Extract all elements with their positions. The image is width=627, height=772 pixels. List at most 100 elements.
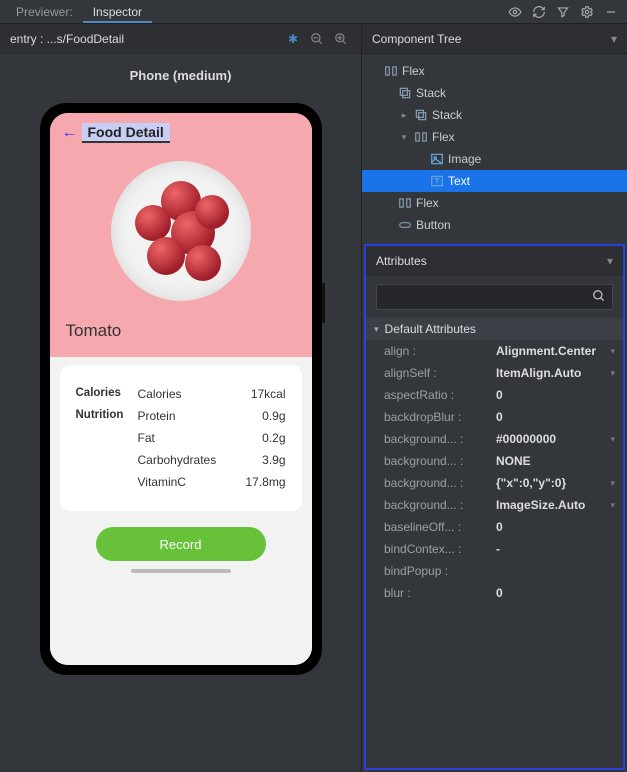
chevron-down-icon[interactable]: ▾ <box>611 32 617 46</box>
attributes-search-input[interactable] <box>383 290 592 304</box>
gear-icon[interactable] <box>577 2 597 22</box>
attribute-row[interactable]: align :Alignment.Center▾ <box>366 340 623 362</box>
tree-node-label: Text <box>448 174 470 188</box>
preview-header: entry : ...s/FoodDetail ✱ <box>0 24 361 54</box>
attribute-value[interactable]: NONE <box>496 454 603 468</box>
component-tree-header[interactable]: Component Tree ▾ <box>362 24 627 54</box>
nutrition-group: Calories <box>76 387 138 401</box>
snowflake-icon[interactable]: ✱ <box>283 29 303 49</box>
tree-node-label: Button <box>416 218 451 232</box>
attribute-row[interactable]: background... :NONE <box>366 450 623 472</box>
filter-icon[interactable] <box>553 2 573 22</box>
attributes-header[interactable]: Attributes ▾ <box>366 246 623 276</box>
attribute-row[interactable]: blur :0 <box>366 582 623 604</box>
search-icon[interactable] <box>592 289 606 306</box>
chevron-down-icon[interactable]: ▾ <box>603 346 615 357</box>
attributes-search[interactable] <box>376 284 613 310</box>
back-arrow-icon[interactable]: ← <box>62 124 78 142</box>
food-header-area: ← Food Detail <box>50 113 312 357</box>
attribute-name: background... : <box>384 498 496 512</box>
tree-node-image[interactable]: Image <box>362 148 627 170</box>
home-indicator <box>131 569 231 573</box>
flex-icon <box>384 64 398 78</box>
attribute-value[interactable]: ItemAlign.Auto <box>496 366 603 380</box>
chevron-down-icon[interactable]: ▾ <box>607 254 613 268</box>
zoom-in-icon[interactable] <box>331 29 351 49</box>
tree-node-button[interactable]: Button <box>362 214 627 236</box>
tree-node-label: Stack <box>432 108 462 122</box>
zoom-out-icon[interactable] <box>307 29 327 49</box>
attribute-row[interactable]: aspectRatio :0 <box>366 384 623 406</box>
page-title[interactable]: Food Detail <box>82 123 170 143</box>
tree-node-label: Stack <box>416 86 446 100</box>
top-tabbar: Previewer: Inspector <box>0 0 627 24</box>
attributes-list[interactable]: align :Alignment.Center▾alignSelf :ItemA… <box>366 340 623 604</box>
nutrition-value: 17kcal <box>230 387 286 401</box>
attribute-name: background... : <box>384 454 496 468</box>
tab-inspector[interactable]: Inspector <box>83 1 152 23</box>
record-button[interactable]: Record <box>96 527 266 561</box>
food-image <box>111 161 251 301</box>
attribute-row[interactable]: background... :ImageSize.Auto▾ <box>366 494 623 516</box>
text-icon <box>430 174 444 188</box>
nutrition-value: 3.9g <box>230 453 286 467</box>
button-icon <box>398 218 412 232</box>
attribute-value[interactable]: - <box>496 542 603 556</box>
tab-previewer[interactable]: Previewer: <box>6 1 83 23</box>
nutrition-row: VitaminC17.8mg <box>76 475 286 489</box>
component-tree-title: Component Tree <box>372 32 461 46</box>
attribute-row[interactable]: baselineOff... :0 <box>366 516 623 538</box>
default-attributes-group[interactable]: ▾ Default Attributes <box>366 318 623 340</box>
nutrition-card: CaloriesCalories17kcalNutritionProtein0.… <box>60 365 302 511</box>
tree-node-text[interactable]: Text <box>362 170 627 192</box>
chevron-down-icon: ▾ <box>374 324 379 335</box>
nutrition-label: Carbohydrates <box>138 453 230 467</box>
nutrition-label: Protein <box>138 409 230 423</box>
nutrition-row: NutritionProtein0.9g <box>76 409 286 423</box>
chevron-down-icon[interactable]: ▾ <box>603 478 615 489</box>
attribute-value[interactable]: 0 <box>496 520 603 534</box>
nutrition-group <box>76 475 138 489</box>
attribute-value[interactable]: 0 <box>496 388 603 402</box>
attribute-name: background... : <box>384 476 496 490</box>
attribute-row[interactable]: bindContex... :- <box>366 538 623 560</box>
tree-node-label: Flex <box>432 130 455 144</box>
nutrition-group: Nutrition <box>76 409 138 423</box>
attribute-name: align : <box>384 344 496 358</box>
group-title: Default Attributes <box>385 322 476 336</box>
minimize-icon[interactable] <box>601 2 621 22</box>
attribute-row[interactable]: bindPopup : <box>366 560 623 582</box>
phone-frame: ← Food Detail <box>40 103 322 675</box>
nutrition-row: CaloriesCalories17kcal <box>76 387 286 401</box>
attribute-row[interactable]: background... :#00000000▾ <box>366 428 623 450</box>
refresh-icon[interactable] <box>529 2 549 22</box>
stack-icon <box>414 108 428 122</box>
tree-node-flex[interactable]: ▾ Flex <box>362 126 627 148</box>
chevron-down-icon[interactable]: ▾ <box>603 500 615 511</box>
eye-icon[interactable] <box>505 2 525 22</box>
chevron-down-icon[interactable]: ▾ <box>603 434 615 445</box>
attribute-name: bindContex... : <box>384 542 496 556</box>
twist-icon[interactable]: ▸ <box>398 110 410 121</box>
tree-node-flex[interactable]: Flex <box>362 60 627 82</box>
attribute-value[interactable]: #00000000 <box>496 432 603 446</box>
nutrition-group <box>76 453 138 467</box>
attribute-value[interactable]: 0 <box>496 586 603 600</box>
tree-node-flex[interactable]: Flex <box>362 192 627 214</box>
attribute-value[interactable]: ImageSize.Auto <box>496 498 603 512</box>
attribute-name: bindPopup : <box>384 564 496 578</box>
attribute-value[interactable]: Alignment.Center <box>496 344 603 358</box>
attribute-row[interactable]: alignSelf :ItemAlign.Auto▾ <box>366 362 623 384</box>
breadcrumb: entry : ...s/FoodDetail <box>10 32 279 46</box>
twist-icon[interactable]: ▾ <box>398 132 410 143</box>
tree-node-stack[interactable]: Stack <box>362 82 627 104</box>
attribute-row[interactable]: backdropBlur :0 <box>366 406 623 428</box>
attribute-row[interactable]: background... :{"x":0,"y":0}▾ <box>366 472 623 494</box>
chevron-down-icon[interactable]: ▾ <box>603 368 615 379</box>
attribute-name: baselineOff... : <box>384 520 496 534</box>
attribute-value[interactable]: 0 <box>496 410 603 424</box>
attribute-value[interactable]: {"x":0,"y":0} <box>496 476 603 490</box>
tree-node-stack[interactable]: ▸ Stack <box>362 104 627 126</box>
attributes-panel: Attributes ▾ ▾ Default Attributes align … <box>364 244 625 770</box>
component-tree[interactable]: Flex Stack ▸ Stack ▾ Flex Image Text Flex Button <box>362 54 627 242</box>
